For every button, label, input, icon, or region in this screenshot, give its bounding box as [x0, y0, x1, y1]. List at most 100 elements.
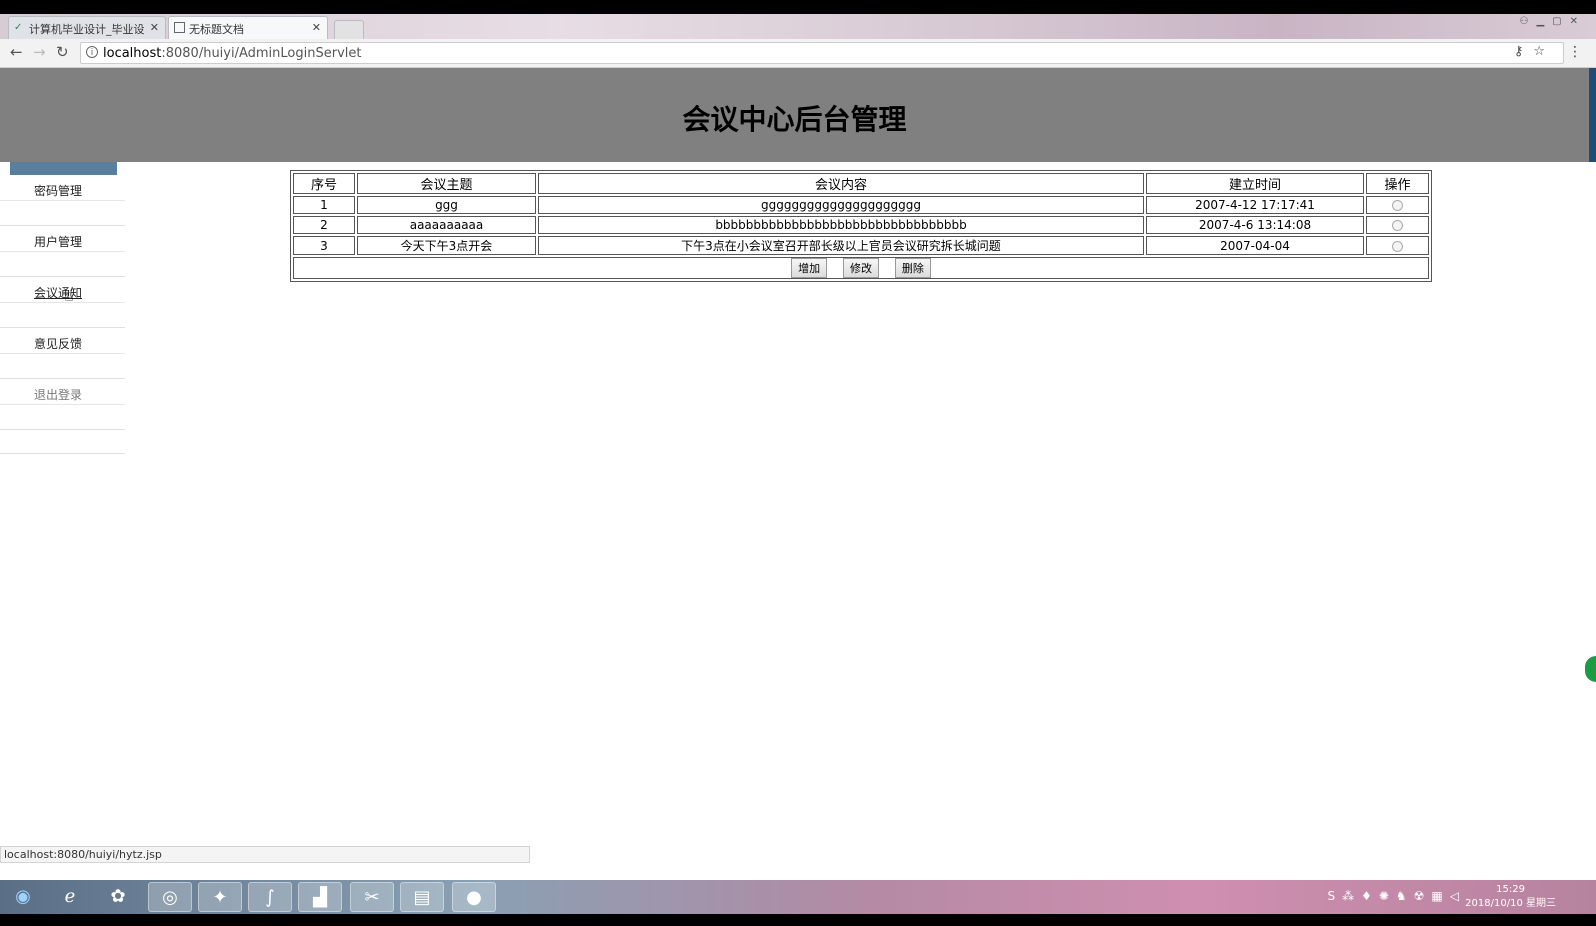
- browser-tab-1[interactable]: ✓ 计算机毕业设计_毕业设 ✕: [8, 16, 166, 39]
- tab-title: 无标题文档: [189, 23, 244, 36]
- table-row: 1 ggg ggggggggggggggggggggg 2007-4-12 17…: [293, 196, 1429, 214]
- info-icon[interactable]: i: [86, 46, 98, 58]
- sidebar-item-meeting-notice[interactable]: 会议通知: [0, 277, 125, 328]
- cell-time: 2007-4-6 13:14:08: [1146, 216, 1364, 234]
- add-button[interactable]: 增加: [791, 258, 828, 278]
- tools-icon[interactable]: ✂: [350, 882, 394, 912]
- status-bar-url: localhost:8080/huiyi/hytz.jsp: [0, 846, 530, 863]
- chrome-icon[interactable]: ◎: [148, 882, 192, 912]
- recorder-app-icon[interactable]: ●: [452, 882, 496, 912]
- browser-tab-2[interactable]: 无标题文档 ✕: [168, 16, 328, 39]
- edit-button[interactable]: 修改: [843, 258, 879, 278]
- sidebar-item-label: 意见反馈: [34, 337, 83, 351]
- clock-date: 2018/10/10 星期三: [1465, 898, 1556, 909]
- taskbar-clock[interactable]: 15:29 2018/10/10 星期三: [1465, 883, 1556, 911]
- table-header-row: 序号 会议主题 会议内容 建立时间 操作: [293, 173, 1429, 194]
- page-viewport: 会议中心后台管理 密码管理 用户管理 会议通知 意见反馈 退出登录 ☝ 序号 会…: [0, 68, 1596, 880]
- user-icon[interactable]: ⚇: [1519, 16, 1536, 27]
- browser-tab-strip: ✓ 计算机毕业设计_毕业设 ✕ 无标题文档 ✕ ⚇▁▢✕: [0, 14, 1596, 39]
- column-header: 序号: [293, 173, 355, 194]
- back-icon[interactable]: ←: [10, 43, 23, 61]
- cell-content: 下午3点在小会议室召开部长级以上官员会议研究拆长城问题: [538, 236, 1144, 255]
- screen-bottom-border: [0, 914, 1596, 926]
- sidebar-item-label: 会议通知: [34, 286, 83, 300]
- sidebar-item-label: 用户管理: [34, 235, 83, 249]
- cell-topic: aaaaaaaaaa: [357, 216, 536, 234]
- column-header: 操作: [1366, 173, 1429, 194]
- os-taskbar: ◉ ℯ ✿ ◎ ✦ ∫ ▟ ✂ ▤ ● S⁂♦✺♞☢▦◁ 15:29 2018/…: [0, 880, 1596, 914]
- browser-toolbar: ← → ↻ i localhost:8080/huiyi/AdminLoginS…: [0, 39, 1596, 68]
- page-title: 会议中心后台管理: [682, 103, 907, 136]
- minimize-icon[interactable]: ▁: [1536, 16, 1552, 27]
- table-row: 3 今天下午3点开会 下午3点在小会议室召开部长级以上官员会议研究拆长城问题 2…: [293, 236, 1429, 255]
- url-path: :8080/huiyi/AdminLoginServlet: [161, 46, 362, 61]
- column-header: 会议主题: [357, 173, 536, 194]
- cell-id: 3: [293, 236, 355, 255]
- address-bar-actions: ⚷☆: [1514, 44, 1555, 59]
- row-select-radio[interactable]: [1392, 200, 1403, 211]
- ime-icon[interactable]: S: [1327, 889, 1342, 903]
- cell-action: [1366, 236, 1429, 255]
- close-icon[interactable]: ✕: [150, 21, 159, 34]
- forward-icon[interactable]: →: [33, 43, 46, 61]
- folder-icon[interactable]: ▤: [400, 882, 444, 912]
- chart-app-icon[interactable]: ▟: [298, 882, 342, 912]
- cell-content: ggggggggggggggggggggg: [538, 196, 1144, 214]
- sidebar-empty-row: [0, 430, 125, 454]
- row-select-radio[interactable]: [1392, 220, 1403, 231]
- meeting-table: 序号 会议主题 会议内容 建立时间 操作 1 ggg ggggggggggggg…: [290, 170, 1432, 282]
- system-tray: S⁂♦✺♞☢▦◁: [1327, 889, 1466, 903]
- page-header: 会议中心后台管理: [0, 68, 1589, 162]
- tray-icon[interactable]: ✺: [1379, 889, 1396, 903]
- close-window-icon[interactable]: ✕: [1570, 16, 1586, 27]
- maximize-icon[interactable]: ▢: [1552, 16, 1569, 27]
- start-button-icon[interactable]: ◉: [4, 882, 42, 912]
- row-select-radio[interactable]: [1392, 240, 1403, 252]
- sidebar: 密码管理 用户管理 会议通知 意见反馈 退出登录: [0, 175, 125, 454]
- window-controls[interactable]: ⚇▁▢✕: [1519, 16, 1586, 27]
- sidebar-item-password[interactable]: 密码管理: [0, 175, 125, 226]
- tray-icon[interactable]: ☢: [1414, 889, 1432, 903]
- column-header: 会议内容: [538, 173, 1144, 194]
- reload-icon[interactable]: ↻: [56, 43, 69, 61]
- hand-cursor-icon: ☝: [64, 286, 74, 305]
- button-cell: 增加 修改 删除: [293, 257, 1429, 279]
- menu-icon[interactable]: ⋮: [1568, 44, 1582, 60]
- address-bar[interactable]: i localhost:8080/huiyi/AdminLoginServlet…: [80, 42, 1564, 64]
- table-button-row: 增加 修改 删除: [293, 257, 1429, 279]
- tray-icon[interactable]: ⁂: [1342, 889, 1361, 903]
- tab-title: 计算机毕业设计_毕业设: [29, 23, 145, 36]
- network-icon[interactable]: ▦: [1431, 889, 1449, 903]
- cell-content: bbbbbbbbbbbbbbbbbbbbbbbbbbbbbbbbb: [538, 216, 1144, 234]
- cell-time: 2007-4-12 17:17:41: [1146, 196, 1364, 214]
- sidebar-item-users[interactable]: 用户管理: [0, 226, 125, 277]
- app-icon[interactable]: ✿: [96, 882, 140, 912]
- star-icon[interactable]: ☆: [1533, 44, 1555, 59]
- ie-browser-icon[interactable]: ℯ: [48, 882, 92, 912]
- floating-widget-icon[interactable]: [1585, 656, 1596, 682]
- sidebar-item-label: 密码管理: [34, 184, 83, 198]
- tray-icon[interactable]: ♞: [1396, 889, 1414, 903]
- clock-time: 15:29: [1496, 884, 1525, 895]
- cell-action: [1366, 216, 1429, 234]
- eclipse-icon[interactable]: ∫: [248, 882, 292, 912]
- key-icon[interactable]: ⚷: [1514, 44, 1534, 59]
- volume-icon[interactable]: ◁: [1450, 889, 1466, 903]
- new-tab-button[interactable]: [334, 20, 364, 39]
- cell-id: 1: [293, 196, 355, 214]
- doc-icon: [174, 22, 185, 33]
- app-green-icon[interactable]: ✦: [198, 882, 242, 912]
- sidebar-item-logout[interactable]: 退出登录: [0, 379, 125, 430]
- close-icon[interactable]: ✕: [312, 21, 321, 34]
- column-header: 建立时间: [1146, 173, 1364, 194]
- cell-id: 2: [293, 216, 355, 234]
- cell-topic: ggg: [357, 196, 536, 214]
- table-row: 2 aaaaaaaaaa bbbbbbbbbbbbbbbbbbbbbbbbbbb…: [293, 216, 1429, 234]
- cell-action: [1366, 196, 1429, 214]
- delete-button[interactable]: 删除: [894, 258, 931, 278]
- sidebar-item-feedback[interactable]: 意见反馈: [0, 328, 125, 379]
- sidebar-top-tab: [10, 162, 117, 175]
- cell-topic: 今天下午3点开会: [357, 236, 536, 255]
- tray-icon[interactable]: ♦: [1361, 889, 1379, 903]
- header-edge-strip: [1589, 68, 1596, 162]
